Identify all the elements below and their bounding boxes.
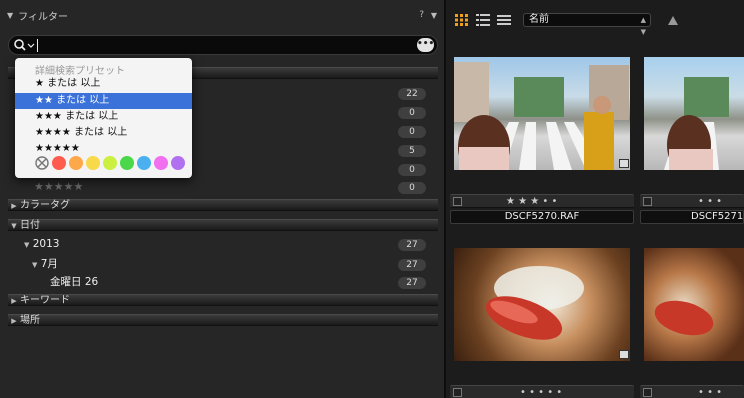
section-label: キーワード: [20, 295, 70, 306]
collapse-triangle-icon: ▼: [32, 261, 38, 269]
rating-stars: ★★★★★: [34, 180, 84, 193]
preset-five-stars[interactable]: ★★★★★: [15, 141, 192, 157]
section-label: 日付: [20, 220, 40, 231]
tree-label: 7月: [40, 258, 58, 270]
count-badge: 5: [398, 145, 426, 157]
collapse-triangle-icon: ▼: [11, 222, 17, 230]
filter-panel: ▼ フィルター ? ▼ ••• 22 0 0 5 0 ★★★★★ 0 ▶ カラータ…: [0, 0, 444, 398]
filter-panel-title: フィルター: [18, 11, 68, 23]
file-name: DSCF5270.RAF: [450, 210, 634, 224]
select-checkbox[interactable]: [453, 197, 462, 206]
browser-toolbar: 名前 ▲ ▼: [446, 10, 744, 36]
count-badge: 27: [398, 259, 426, 271]
count-badge: 22: [398, 88, 426, 100]
raw-file-icon: [619, 159, 629, 168]
color-swatch-pink[interactable]: [154, 156, 168, 170]
photo-thumbnail[interactable]: [454, 57, 630, 170]
count-badge: 27: [398, 277, 426, 289]
date-tree-month[interactable]: ▼ 7月 27: [8, 255, 438, 273]
search-field[interactable]: •••: [8, 35, 438, 55]
rating-stars[interactable]: ★ ★ ★ • •: [506, 195, 557, 208]
rating-caption[interactable]: • • •: [640, 385, 744, 398]
crosswalk-photo: [664, 77, 729, 170]
photo-thumbnail[interactable]: [454, 248, 630, 361]
count-badge: 0: [398, 182, 426, 194]
rating-caption[interactable]: • • • • •: [450, 385, 634, 398]
color-swatch-lime[interactable]: [103, 156, 117, 170]
more-options-button[interactable]: •••: [417, 38, 434, 52]
count-badge: 0: [398, 164, 426, 176]
sort-order-select[interactable]: 名前 ▲ ▼: [523, 13, 651, 36]
preset-four-stars-or-more[interactable]: ★★★★ または 以上: [15, 125, 192, 141]
sushi-photo: [654, 300, 714, 336]
sort-direction-icon[interactable]: [668, 16, 678, 25]
rating-row-five-stars[interactable]: ★★★★★ 0: [8, 178, 438, 196]
count-badge: 0: [398, 126, 426, 138]
rating-stars[interactable]: • • •: [698, 386, 722, 398]
select-arrows-icon: ▲ ▼: [640, 16, 646, 36]
collapse-triangle-icon[interactable]: ▼: [7, 11, 13, 20]
text-cursor: [37, 39, 38, 52]
rating-caption[interactable]: • • •: [640, 194, 744, 208]
file-name: DSCF5271: [640, 210, 744, 224]
color-tag-section[interactable]: ▶ カラータグ: [8, 199, 438, 211]
preset-one-star-or-more[interactable]: ★ または 以上: [15, 76, 192, 92]
search-icon[interactable]: [13, 38, 35, 52]
list-view-icon[interactable]: [476, 14, 490, 26]
photo-thumbnail[interactable]: [644, 57, 744, 170]
keyword-section[interactable]: ▶ キーワード: [8, 294, 438, 306]
help-icon[interactable]: ?: [419, 10, 424, 20]
expand-triangle-icon: ▶: [11, 317, 17, 325]
preset-three-stars-or-more[interactable]: ★★★ または 以上: [15, 109, 192, 125]
date-section[interactable]: ▼ 日付: [8, 219, 438, 231]
select-checkbox[interactable]: [453, 388, 462, 397]
tree-label: 金曜日 26: [50, 276, 99, 288]
preset-two-stars-or-more[interactable]: ★★ または 以上: [15, 93, 192, 109]
color-swatch-green[interactable]: [120, 156, 134, 170]
grid-view-icon[interactable]: [455, 14, 469, 26]
color-swatch-yellow[interactable]: [86, 156, 100, 170]
panel-menu-chevron-icon[interactable]: ▼: [431, 11, 437, 20]
color-swatch-red[interactable]: [52, 156, 66, 170]
color-swatch-orange[interactable]: [69, 156, 83, 170]
count-badge: 0: [398, 107, 426, 119]
collapse-triangle-icon: ▼: [24, 241, 30, 249]
menu-header: 詳細検索プリセット: [35, 66, 125, 77]
place-section[interactable]: ▶ 場所: [8, 314, 438, 326]
crosswalk-photo: [454, 62, 629, 170]
section-label: 場所: [20, 315, 40, 326]
filter-panel-header[interactable]: ▼ フィルター ? ▼: [0, 7, 444, 23]
section-label: カラータグ: [20, 200, 70, 211]
date-tree-day[interactable]: 金曜日 26 27: [8, 273, 438, 291]
photo-thumbnail[interactable]: [644, 248, 744, 361]
no-color-icon[interactable]: [35, 156, 49, 170]
search-presets-menu: 詳細検索プリセット ★ または 以上 ★★ または 以上 ★★★ または 以上 …: [15, 58, 192, 178]
select-checkbox[interactable]: [643, 388, 652, 397]
sort-order-value: 名前: [529, 14, 549, 25]
expand-triangle-icon: ▶: [11, 202, 17, 210]
select-checkbox[interactable]: [643, 197, 652, 206]
expand-triangle-icon: ▶: [11, 297, 17, 305]
color-tag-swatches: [35, 156, 185, 170]
color-swatch-purple[interactable]: [171, 156, 185, 170]
count-badge: 27: [398, 239, 426, 251]
filmstrip-view-icon[interactable]: [497, 14, 511, 26]
tree-label: 2013: [32, 238, 60, 250]
rating-stars[interactable]: • • • • •: [520, 386, 562, 398]
browser-panel: 名前 ▲ ▼ ★ ★ ★ • • DSCF5270.RAF • • • DSCF5…: [446, 0, 744, 398]
sushi-photo: [485, 266, 584, 340]
raw-file-icon: [619, 350, 629, 359]
date-tree-year[interactable]: ▼ 2013 27: [8, 235, 438, 253]
rating-stars[interactable]: • • •: [698, 195, 722, 208]
rating-caption[interactable]: ★ ★ ★ • •: [450, 194, 634, 208]
color-swatch-blue[interactable]: [137, 156, 151, 170]
